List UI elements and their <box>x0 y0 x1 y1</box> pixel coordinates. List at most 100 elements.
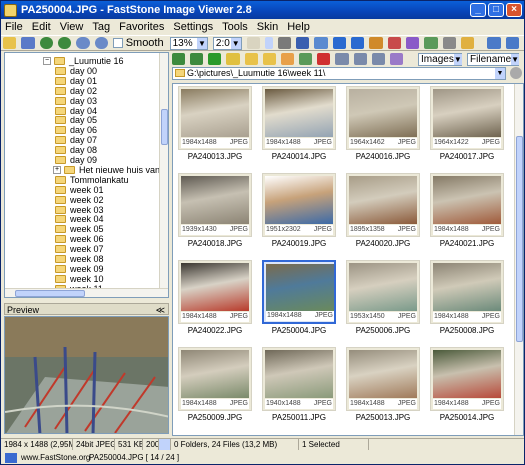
menu-help[interactable]: Help <box>287 21 310 33</box>
filter-select[interactable]: Images ▼ <box>418 52 463 66</box>
address-bar[interactable]: G:\pictures\_Luumutie 16\week 11\ ▼ <box>172 67 506 80</box>
new-folder-icon[interactable] <box>244 53 258 65</box>
back-icon[interactable] <box>172 53 186 65</box>
thumbnail-item[interactable]: 1984x1488 JPEG PA250014.JPG <box>427 347 507 433</box>
tree-item[interactable]: day 06 <box>55 125 97 135</box>
email-icon[interactable] <box>424 37 438 49</box>
flip-icon[interactable] <box>369 37 383 49</box>
thumbnail-vscrollbar[interactable] <box>514 84 523 435</box>
forward-icon[interactable] <box>58 37 72 49</box>
preview-toggle-icon[interactable] <box>159 439 171 450</box>
menu-view[interactable]: View <box>60 21 84 33</box>
menu-tag[interactable]: Tag <box>92 21 110 33</box>
thumbnail-item[interactable]: 1984x1488 JPEG PA240022.JPG <box>175 260 255 346</box>
menu-skin[interactable]: Skin <box>257 21 278 33</box>
resize-icon[interactable] <box>295 37 310 49</box>
sort-select[interactable]: Filename ▼ <box>467 52 520 66</box>
back-icon[interactable] <box>39 37 54 49</box>
tree-item[interactable]: week 03 <box>55 205 104 215</box>
select-all-icon[interactable] <box>299 53 313 65</box>
forward-icon[interactable] <box>190 53 204 65</box>
effects-icon[interactable] <box>406 37 420 49</box>
print-icon[interactable] <box>442 37 457 49</box>
refresh-icon[interactable] <box>208 53 222 65</box>
zoom-in-icon[interactable] <box>76 37 90 49</box>
tree-item[interactable]: day 00 <box>55 66 97 76</box>
thumbnail-item[interactable]: 1984x1488 JPEG PA250008.JPG <box>427 260 507 346</box>
tree-item[interactable]: day 04 <box>55 106 97 116</box>
tree-item[interactable]: day 07 <box>55 135 97 145</box>
chevron-down-icon[interactable]: ▼ <box>495 68 505 79</box>
collapse-icon[interactable]: − <box>43 57 51 65</box>
tree-item[interactable]: week 07 <box>55 244 104 254</box>
tree-hscrollbar[interactable] <box>5 288 168 297</box>
tree-item[interactable]: week 10 <box>55 274 104 284</box>
thumbnail-item[interactable]: 1984x1488 JPEG PA250009.JPG <box>175 347 255 433</box>
tree-item[interactable]: week 04 <box>55 214 104 224</box>
thumbnail-item[interactable]: 1964x1462 JPEG PA240016.JPG <box>343 86 423 172</box>
expand-icon[interactable]: + <box>53 165 61 174</box>
tree-item[interactable]: week 02 <box>55 195 104 205</box>
thumbnail-view-icon[interactable] <box>371 53 385 65</box>
zoom-out-icon[interactable] <box>94 37 109 49</box>
tree-item[interactable]: day 02 <box>55 86 97 96</box>
menu-favorites[interactable]: Favorites <box>119 21 164 33</box>
thumbnail-item[interactable]: 1940x1488 JPEG PA250011.JPG <box>259 347 339 433</box>
thumbnail-item[interactable]: 1953x1450 JPEG PA250006.JPG <box>343 260 423 346</box>
rotate-right-icon[interactable] <box>351 37 365 49</box>
thumbnail-item[interactable]: 1984x1488 JPEG PA240021.JPG <box>427 173 507 259</box>
tree-item[interactable]: week 08 <box>55 254 104 264</box>
tree-item[interactable]: day 01 <box>55 76 97 86</box>
tree-item[interactable]: week 05 <box>55 224 104 234</box>
thumbnail-item[interactable]: 1984x1488 JPEG PA250013.JPG <box>343 347 423 433</box>
tree-hscroll-thumb[interactable] <box>15 290 85 297</box>
list-view-icon[interactable] <box>335 53 349 65</box>
settings-icon[interactable] <box>510 67 522 79</box>
favorite-icon[interactable] <box>226 53 240 65</box>
zoom-select[interactable]: 13% ▼ <box>169 36 208 50</box>
thumbnail-item[interactable]: 1964x1422 JPEG PA240017.JPG <box>427 86 507 172</box>
close-button[interactable]: × <box>506 3 522 17</box>
hand-tool-icon[interactable] <box>246 37 261 49</box>
tree-item[interactable]: day 08 <box>55 145 97 155</box>
thumbnail-item[interactable]: 1939x1430 JPEG PA240018.JPG <box>175 173 255 259</box>
thumbnail-grid[interactable]: 1984x1488 JPEG PA240013.JPG 1984x1488 JPEG PA… <box>172 83 524 436</box>
fullscreen-icon[interactable] <box>487 37 501 49</box>
menu-settings[interactable]: Settings <box>173 21 213 33</box>
rotate-left-icon[interactable] <box>332 37 347 49</box>
thumbnail-item[interactable]: 1984x1488 JPEG PA240014.JPG <box>259 86 339 172</box>
tree-item[interactable]: week 09 <box>55 264 104 274</box>
website-link[interactable]: www.FastStone.org <box>21 451 90 464</box>
save-icon[interactable] <box>21 37 35 49</box>
copy-to-icon[interactable] <box>262 53 276 65</box>
hand-dropdown-icon[interactable] <box>265 37 273 49</box>
menu-file[interactable]: File <box>5 21 23 33</box>
thumbnail-item[interactable]: 1895x1358 JPEG PA240020.JPG <box>343 173 423 259</box>
slideshow-icon[interactable] <box>461 37 475 49</box>
thumbnail-item[interactable]: 1984x1488 JPEG PA240013.JPG <box>175 86 255 172</box>
open-folder-icon[interactable] <box>3 37 17 49</box>
menu-tools[interactable]: Tools <box>222 21 248 33</box>
ratio-select[interactable]: 2:0 ▼ <box>212 36 242 50</box>
layout-icon[interactable] <box>505 37 520 49</box>
crop-icon[interactable] <box>277 37 291 49</box>
tree-item[interactable]: − _Luumutie 16 <box>43 56 124 66</box>
thumbnail-vscroll-thumb[interactable] <box>516 136 523 342</box>
tree-item[interactable]: day 09 <box>55 155 97 165</box>
minimize-button[interactable]: _ <box>470 3 486 17</box>
tree-vscroll-thumb[interactable] <box>161 109 168 145</box>
tree-item[interactable]: + Het nieuwe huis van Tarja B <box>53 165 168 175</box>
tree-item[interactable]: day 05 <box>55 115 97 125</box>
draw-icon[interactable] <box>314 37 328 49</box>
thumbnail-item[interactable]: 1951x2302 JPEG PA240019.JPG <box>259 173 339 259</box>
details-view-icon[interactable] <box>353 53 367 65</box>
tree-item[interactable]: week 01 <box>55 185 104 195</box>
preview-collapse-icon[interactable]: ≪ <box>156 304 165 316</box>
delete-icon[interactable] <box>317 53 331 65</box>
tree-vscrollbar[interactable] <box>159 53 168 297</box>
maximize-button[interactable]: □ <box>488 3 504 17</box>
tree-item[interactable]: day 03 <box>55 96 97 106</box>
tree-item[interactable]: week 06 <box>55 234 104 244</box>
menu-edit[interactable]: Edit <box>32 21 51 33</box>
move-to-icon[interactable] <box>280 53 295 65</box>
